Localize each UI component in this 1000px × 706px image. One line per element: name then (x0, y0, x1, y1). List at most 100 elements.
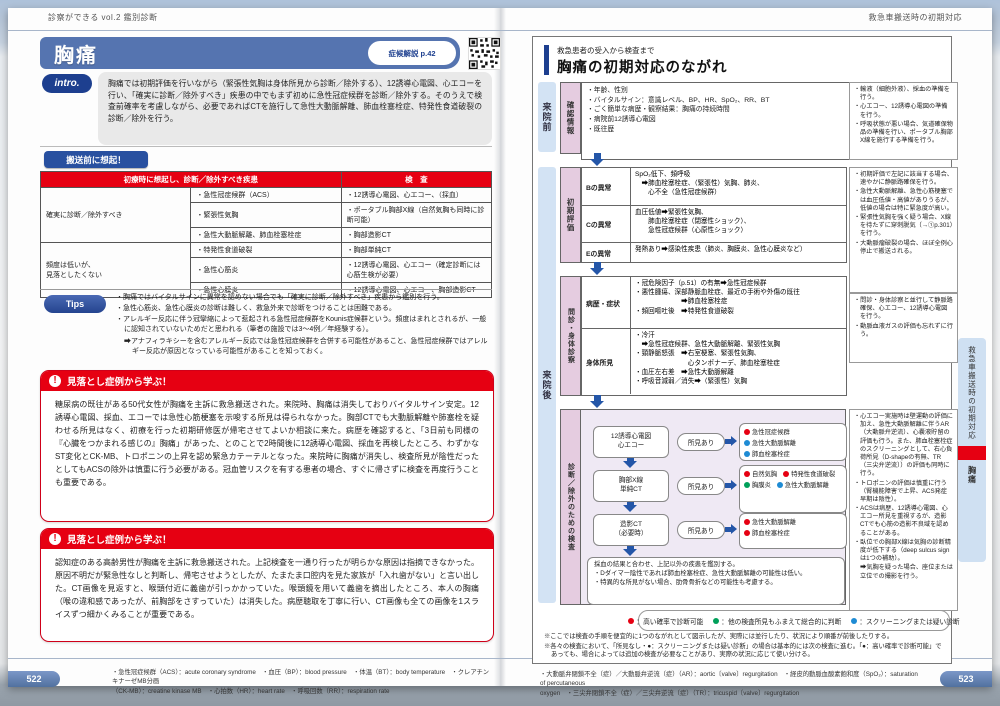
test-cell: ・胸部単純CT (341, 243, 491, 258)
result-item: 急性大動脈解離 (744, 517, 796, 526)
result-box: 急性大動脈解離 肺血栓塞栓症 (739, 513, 847, 549)
table-header-disease: 初療時に想起し、診断／除外すべき疾患 (41, 172, 342, 188)
tests-note-box: ・心エコー実施時は壁運動の評価に加え、急性大動脈解離に伴うAR（大動脈弁逆流）、… (849, 409, 958, 611)
tip-item: ・胸痛ではバイタルサインに異常を認めない場合でも「確実に診断／除外すべき」疾患か… (116, 293, 492, 303)
blood-line: ・特異的な所見がない場合、肋骨骨折などの可能性も考慮する。 (594, 579, 838, 588)
flow-arrow-down (623, 502, 637, 512)
interview-row-label: 身体所見 (582, 329, 631, 394)
result-item: 胸膜炎 (744, 480, 771, 489)
result-item: 急性冠症候群 (744, 427, 790, 436)
red-dot-icon (783, 471, 789, 477)
note-item: ・動脈血液ガスの評価も忘れずに行う。 (854, 323, 953, 339)
step-box-xray-ct: 胸部X線 単純CT (593, 470, 669, 502)
legend-item: ：高い確率で診断可能 (628, 616, 703, 626)
note-item: ・大動脈瘤破裂の場合、ほぼ全例心停止で搬送される。 (854, 240, 953, 256)
warning-icon: ! (49, 533, 61, 545)
result-label: 肺血栓塞栓症 (752, 449, 790, 458)
blood-test-box: 採血の結果と合わせ、上記以外の疾患を鑑別する。 ・Dダイマー陰性であれば肺血栓塞… (587, 557, 845, 605)
disease-cell: ・特発性食道破裂 (191, 243, 341, 258)
qr-code (468, 37, 501, 70)
finding-pill: 所見あり (677, 433, 725, 451)
interview-row-history: 病歴・症状 ・冠危険因子（p.51）の有無➡急性冠症候群 ・悪性腫瘍、深部静脈血… (582, 277, 846, 329)
interview-box: 病歴・症状 ・冠危険因子（p.51）の有無➡急性冠症候群 ・悪性腫瘍、深部静脈血… (581, 276, 847, 396)
result-item: 肺血栓塞栓症 (744, 449, 790, 458)
flow-arrow-down (590, 262, 604, 275)
section-label-text: 確認情報 (565, 101, 576, 135)
phase-label: 来院後 (541, 370, 554, 400)
case-body: 認知症のある高齢男性が胸痛を主訴に救急搬送された。上記検査を一通り行ったが明らか… (41, 549, 493, 630)
footnote: ※ここでは検査の手順を便宜的に1つのながれとして図示したが、実際には並行したり、… (544, 633, 942, 642)
confirm-item: ・既往歴 (587, 125, 851, 135)
eval-row-c: Cの異常 血圧低値➡緊張性気胸、 肺血栓塞栓症（閉塞性ショック）、 急性冠症候群… (582, 206, 846, 243)
abbr-line: （CK-MB）：creatine kinase MB ・心拍数（HR）：hear… (112, 687, 494, 696)
side-tab-category: 救急車搬送時の初期対応 (967, 346, 978, 440)
title-accent-bar (544, 45, 549, 75)
legend-label: ：他の検査所見もふまえて総合的に判断 (721, 616, 841, 626)
abbr-line: ・急性冠症候群（ACS）：acute coronary syndrome ・血圧… (112, 668, 494, 687)
legend-item: ：他の検査所見もふまえて総合的に判断 (713, 616, 841, 626)
note-item: ・急性大動脈解離、急性心筋梗塞では血圧低値・高値がありうるが、低値の場合は特に緊… (854, 188, 953, 213)
step-box-contrast-ct: 造影CT （必要時） (593, 514, 669, 546)
result-label: 急性冠症候群 (752, 427, 790, 436)
legend-box: ：高い確率で診断可能 ：他の検査所見もふまえて総合的に判断 ：スクリーニングまた… (638, 610, 950, 631)
eval-row-text: 血圧低値➡緊張性気胸、 肺血栓塞栓症（閉塞性ショック）、 急性冠症候群（心原性シ… (631, 206, 846, 242)
legend-item: ：スクリーニングまたは疑い診断 (851, 616, 959, 626)
section-label-text: 診断／除外のための検査 (566, 463, 576, 551)
running-head-right: 救急車搬送時の初期対応 (869, 12, 963, 23)
interview-row-label: 病歴・症状 (582, 277, 631, 328)
footer-abbreviations-right: ・大動脈弁閉鎖不全（症）／大動脈弁逆流（症）（AR）：aortic〔valve〕… (540, 670, 924, 698)
table-header-row: 初療時に想起し、診断／除外すべき疾患 検 査 (41, 172, 492, 188)
side-tab-symptom: 胸痛 (967, 466, 978, 484)
blue-dot-icon (744, 451, 750, 457)
eval-row-text: SpO₂低下、頻呼吸 ➡肺血栓塞栓症、（緊張性）気胸、肺炎、 心不全（急性冠症候… (631, 168, 846, 205)
header-rule (8, 30, 992, 31)
blood-line: 採血の結果と合わせ、上記以外の疾患を鑑別する。 (594, 561, 838, 570)
red-dot-icon (744, 429, 750, 435)
eval-row-label: Cの異常 (582, 206, 631, 242)
confirm-note-box: ・輸液（細胞外液）、採血の準備を行う。 ・心エコー、12誘導心電図の準備を行う。… (849, 82, 958, 160)
group-label-definite: 確実に診断／除外すべき (41, 188, 191, 243)
section-label-confirm-info: 確認情報 (560, 82, 581, 154)
finding-pill: 所見あり (677, 521, 725, 539)
result-item: 肺血栓塞栓症 (744, 528, 790, 537)
case-title: 見落とし症例から学ぶ！ (67, 532, 172, 546)
intro-badge: intro. (42, 74, 92, 93)
tips-badge: Tips (44, 295, 106, 313)
step-box-ecg-echo: 12誘導心電図 心エコー (593, 426, 669, 458)
tip-item: ・急性心筋炎、急性心膜炎の診断は難しく、救急外来で診断をつけることは困難である。 (116, 304, 492, 314)
flow-arrow-down (623, 546, 637, 556)
result-item: 自然気胸 (744, 469, 777, 478)
finding-pill: 所見あり (677, 477, 725, 495)
tip-item: ・アレルギー反応に伴う冠攣縮によって惹起される急性冠症候群をKounis症候群と… (116, 315, 492, 335)
result-label: 特発性食道破裂 (791, 469, 835, 478)
test-cell: ・12誘導心電図、心エコー（確定診断には心筋生検が必要） (341, 258, 491, 283)
result-box: 急性冠症候群 急性大動脈解離 肺血栓塞栓症 (739, 423, 847, 461)
result-item: 急性大動脈解離 (777, 480, 829, 489)
case-title: 見落とし症例から学ぶ！ (67, 374, 172, 388)
test-cell: ・ポータブル胸部X線（自然気胸も同時に診断可能） (341, 203, 491, 228)
note-item: ・初期評価で左記に該当する場合、速やかに静脈路確保を行う。 (854, 171, 953, 187)
section-label-interview: 問診・身体診察 (560, 276, 581, 396)
case-study-box-2: ! 見落とし症例から学ぶ！ 認知症のある高齢男性が胸痛を主訴に救急搬送された。上… (40, 528, 494, 642)
tip-item: ➡アナフィラキシーを含むアレルギー反応では急性冠症候群を合併する可能性があること… (116, 337, 492, 357)
red-dot-icon (744, 530, 750, 536)
test-cell: ・12誘導心電図、心エコー、（採血） (341, 188, 491, 203)
flow-arrow-down (590, 153, 604, 166)
initial-eval-note-box: ・初期評価で左記に該当する場合、速やかに静脈路確保を行う。 ・急性大動脈解離、急… (849, 167, 958, 293)
abbr-line: ・大動脈弁閉鎖不全（症）／大動脈弁逆流（症）（AR）：aortic〔valve〕… (540, 670, 924, 689)
phase-bar-pre-arrival: 来院前 (538, 82, 556, 152)
red-dot-icon (628, 618, 634, 624)
confirm-item: ・バイタルサイン：意識レベル、BP、HR、SpO₂、RR、BT (587, 96, 851, 106)
case-study-header: ! 見落とし症例から学ぶ！ (41, 529, 493, 549)
note-item: ・トロポニンの評価は慎重に行う（腎機能障害で上昇、ACS発症早期は陰性）。 (854, 480, 953, 505)
green-dot-icon (744, 482, 750, 488)
recall-before-transport-badge: 搬送前に想起！ (44, 151, 148, 168)
note-item: ➡気胸を疑った場合、座位または立位での撮影を行う。 (854, 564, 953, 580)
phase-label: 来院前 (541, 102, 554, 132)
result-label: 胸膜炎 (752, 480, 771, 489)
section-label-text: 初期評価 (565, 198, 576, 232)
red-dot-icon (744, 471, 750, 477)
note-item: ・臥位での胸部X線は気胸の診断精度が低下する（deep sulcus signは… (854, 539, 953, 564)
page-number-tab-left: 522 (8, 671, 60, 687)
note-item: ・輸液（細胞外液）、採血の準備を行う。 (854, 86, 953, 102)
